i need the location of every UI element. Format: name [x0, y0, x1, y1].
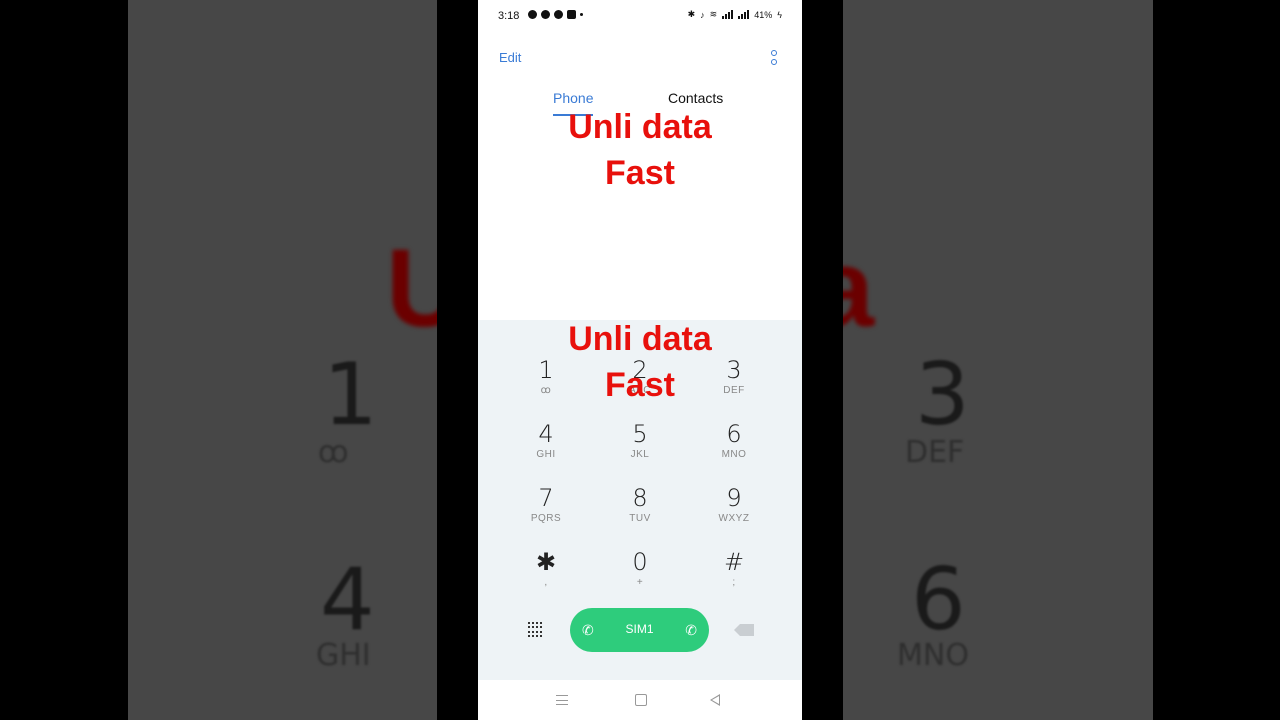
- more-vertical-icon[interactable]: [770, 50, 778, 66]
- sync-icon: [554, 10, 563, 19]
- key-hash[interactable]: # ;: [694, 548, 774, 604]
- background-digit: 6: [911, 550, 966, 650]
- signal-icon: [738, 10, 750, 19]
- key-digit: 6: [726, 420, 742, 448]
- key-digit: 9: [726, 484, 742, 512]
- system-icons: ✱ ♪ ≋ 41% ϟ: [688, 9, 782, 20]
- key-digit: ✱: [535, 548, 557, 576]
- key-star[interactable]: ✱ ,: [506, 548, 586, 604]
- status-bar: 3:18 ✱ ♪ ≋ 41% ϟ: [478, 0, 802, 32]
- key-6[interactable]: 6 MNO: [694, 420, 774, 476]
- charging-icon: ϟ: [777, 9, 782, 20]
- key-letters: TUV: [629, 513, 651, 524]
- key-digit: 5: [632, 420, 648, 448]
- navigation-bar: [478, 680, 802, 720]
- notification-icons: [528, 10, 583, 19]
- background-letters: GHI: [316, 638, 371, 673]
- background-letters: MNO: [897, 638, 969, 673]
- signal-icon: [722, 10, 734, 19]
- back-icon[interactable]: [710, 694, 720, 706]
- overlay-caption-top: Unli data Fast: [478, 104, 802, 196]
- phone-screen: 3:18 ✱ ♪ ≋ 41% ϟ Edit Phone Contacts Unl…: [478, 0, 802, 720]
- key-letters: GHI: [536, 449, 556, 460]
- key-5[interactable]: 5 JKL: [600, 420, 680, 476]
- key-letters: MNO: [721, 449, 747, 460]
- key-letters: ,: [544, 577, 548, 588]
- key-letters: JKL: [630, 449, 650, 460]
- key-letters: ;: [732, 577, 736, 588]
- app-icon: [567, 10, 576, 19]
- backspace-icon[interactable]: [734, 624, 754, 636]
- overlay-line-1: Unli data: [568, 108, 712, 146]
- background-right: a 3 DEF 6 MNO: [843, 0, 1153, 720]
- key-letters: +: [636, 577, 644, 588]
- key-0[interactable]: 0 +: [600, 548, 680, 604]
- key-9[interactable]: 9 WXYZ: [694, 484, 774, 540]
- key-digit: #: [723, 548, 745, 576]
- phone-sim2-icon[interactable]: ✆: [685, 622, 697, 639]
- overlay-caption-middle: Unli data Fast: [478, 316, 802, 408]
- background-digit: 4: [320, 550, 375, 650]
- background-letters: DEF: [905, 435, 965, 470]
- dialpad-toggle-icon[interactable]: [528, 622, 543, 637]
- overlay-line-2: Fast: [605, 366, 675, 404]
- key-letters: WXYZ: [718, 513, 750, 524]
- background-digit: 3: [915, 345, 970, 445]
- background-digit: 1: [323, 345, 378, 445]
- key-4[interactable]: 4 GHI: [506, 420, 586, 476]
- mute-icon: ♪: [700, 9, 705, 20]
- status-time: 3:18: [498, 10, 520, 22]
- battery-level: 41%: [754, 9, 773, 20]
- key-letters: PQRS: [530, 513, 562, 524]
- key-7[interactable]: 7 PQRS: [506, 484, 586, 540]
- background-overlay-text: a: [843, 227, 875, 350]
- background-left: U 1 ꝏ 4 GHI: [128, 0, 437, 720]
- recent-apps-icon[interactable]: [556, 695, 568, 705]
- wifi-icon: ≋: [709, 9, 718, 19]
- key-digit: 0: [632, 548, 648, 576]
- background-overlay-text: U: [386, 227, 437, 350]
- key-8[interactable]: 8 TUV: [600, 484, 680, 540]
- edit-button[interactable]: Edit: [499, 50, 521, 65]
- messenger-icon: [528, 10, 537, 19]
- call-button[interactable]: ✆ SIM1 ✆: [570, 608, 709, 652]
- facebook-icon: [541, 10, 550, 19]
- home-icon[interactable]: [635, 694, 647, 706]
- bluetooth-icon: ✱: [687, 9, 696, 19]
- overlay-line-1: Unli data: [568, 320, 712, 358]
- dot-icon: [580, 13, 583, 16]
- background-letters: ꝏ: [318, 435, 349, 470]
- key-digit: 8: [632, 484, 648, 512]
- key-digit: 7: [538, 484, 554, 512]
- key-digit: 4: [538, 420, 554, 448]
- overlay-line-2: Fast: [605, 154, 675, 192]
